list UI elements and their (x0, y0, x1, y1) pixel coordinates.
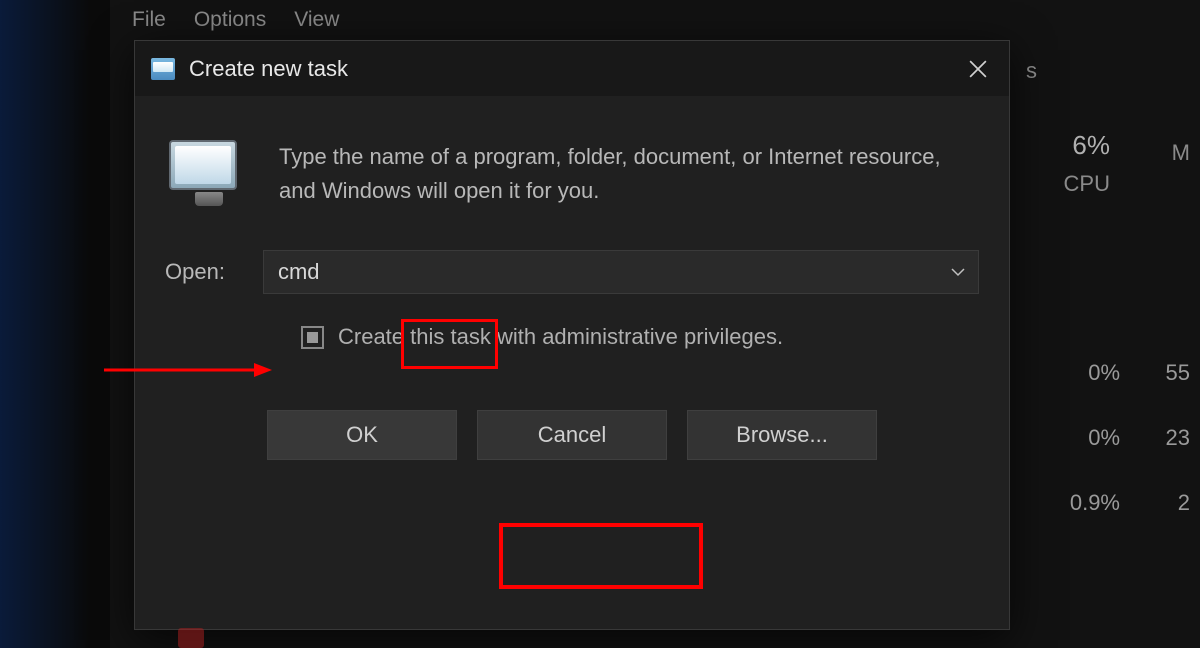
cancel-button[interactable]: Cancel (477, 410, 667, 460)
cell-cpu: 0% (1030, 425, 1120, 451)
menu-options[interactable]: Options (194, 8, 266, 32)
table-row: 0% 23 (1030, 405, 1190, 470)
background-column-headers: 6% CPU M (1010, 130, 1190, 197)
close-button[interactable] (953, 49, 1003, 89)
ok-button[interactable]: OK (267, 410, 457, 460)
mem-label: M (1150, 140, 1190, 166)
annotation-ok-highlight (499, 523, 703, 589)
cell-mem: 55 (1150, 360, 1190, 386)
background-tab-fragment: s (1026, 58, 1037, 84)
desktop-edge (0, 0, 90, 648)
cell-mem: 2 (1150, 490, 1190, 516)
menu-view[interactable]: View (294, 8, 339, 32)
table-row: 0.9% 2 (1030, 470, 1190, 535)
cpu-label: CPU (1010, 171, 1110, 197)
monitor-icon (169, 140, 249, 210)
open-input[interactable] (264, 259, 938, 285)
background-data-rows: 0% 55 0% 23 0.9% 2 (1030, 340, 1190, 535)
dialog-title: Create new task (189, 56, 953, 82)
dialog-info-text: Type the name of a program, folder, docu… (279, 136, 979, 210)
admin-privileges-label: Create this task with administrative pri… (338, 324, 783, 350)
table-row: 0% 55 (1030, 340, 1190, 405)
background-menu-bar: File Options View (132, 8, 339, 32)
create-new-task-dialog: Create new task Type the name of a progr… (134, 40, 1010, 630)
close-icon (969, 60, 987, 78)
cell-mem: 23 (1150, 425, 1190, 451)
background-app-icon (178, 628, 204, 648)
chevron-down-icon[interactable] (938, 251, 978, 293)
cell-cpu: 0% (1030, 360, 1120, 386)
admin-privileges-checkbox[interactable] (301, 326, 324, 349)
open-combobox[interactable] (263, 250, 979, 294)
open-label: Open: (165, 259, 225, 285)
run-dialog-icon (151, 58, 175, 80)
browse-button[interactable]: Browse... (687, 410, 877, 460)
cpu-percent-header: 6% (1010, 130, 1110, 161)
dialog-titlebar[interactable]: Create new task (135, 41, 1009, 96)
menu-file[interactable]: File (132, 8, 166, 32)
cell-cpu: 0.9% (1030, 490, 1120, 516)
